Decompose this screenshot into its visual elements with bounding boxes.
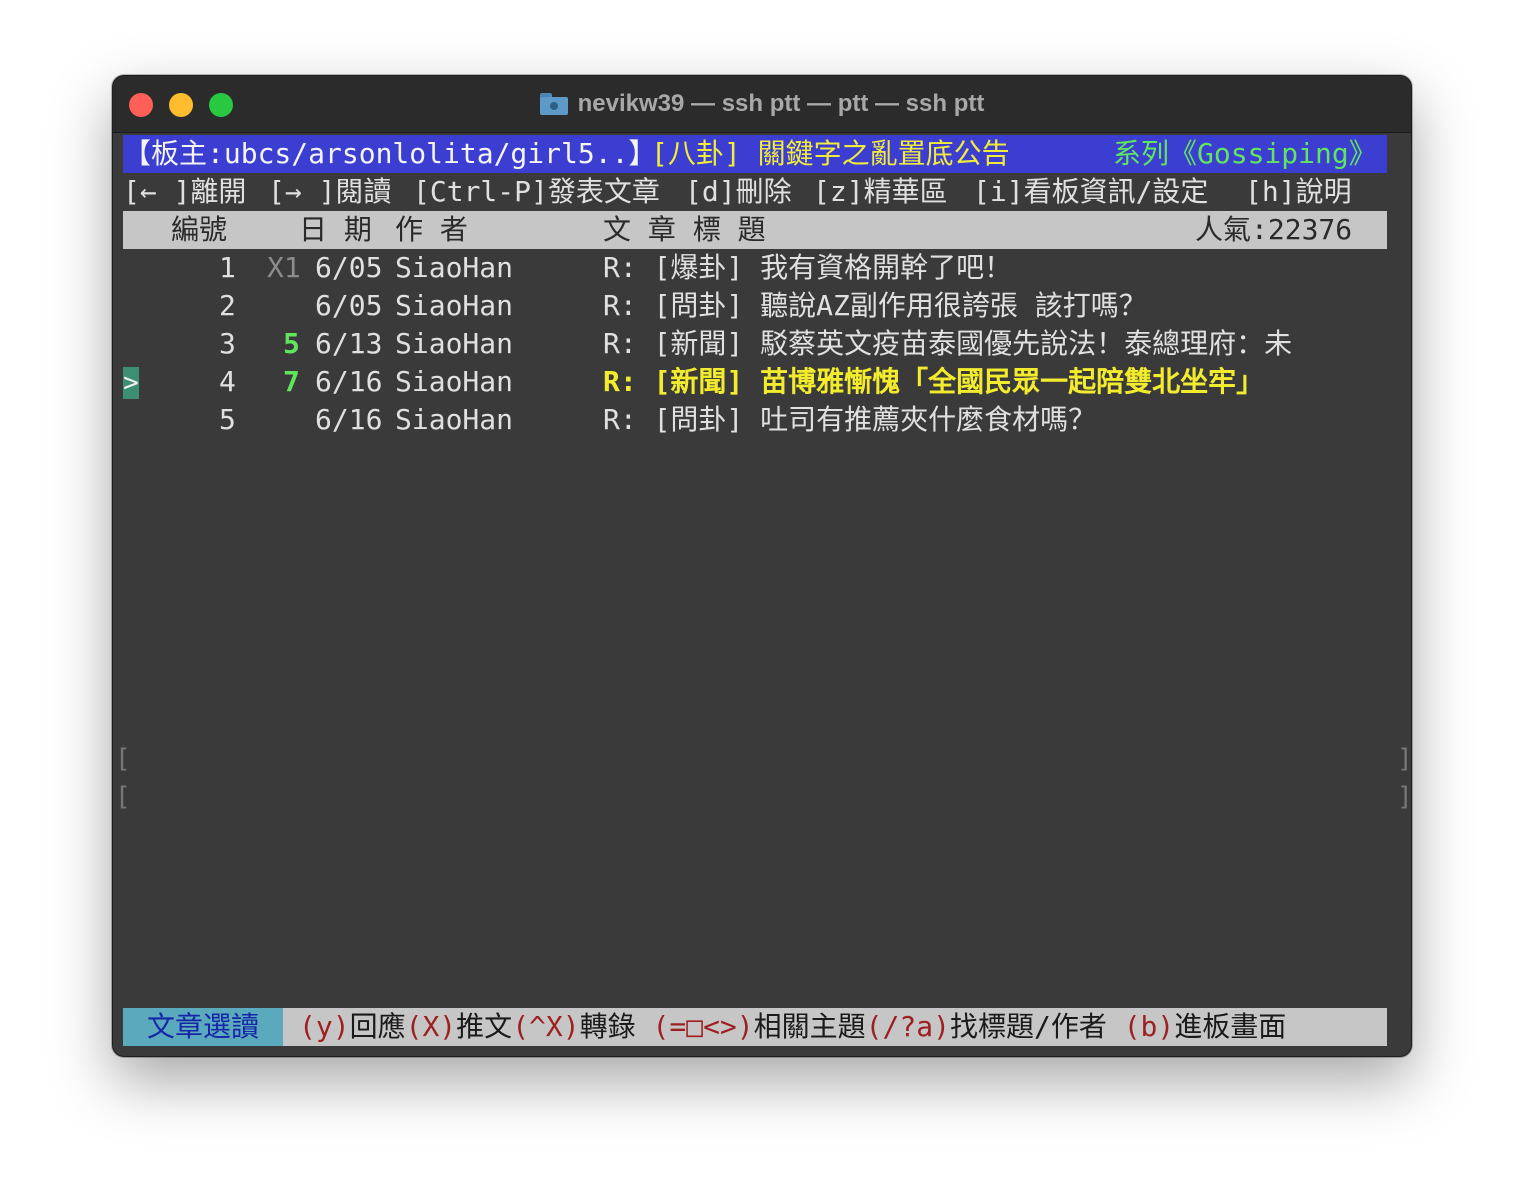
post-push-count: 5 xyxy=(283,327,300,360)
post-row[interactable]: 1 X1 6/05 SiaoHan R: [爆卦] 我有資格開幹了吧！ xyxy=(123,249,1387,287)
post-author: SiaoHan xyxy=(395,251,514,284)
col-number: 編號 xyxy=(171,213,228,246)
col-author: 作 者 xyxy=(395,213,468,246)
terminal-screen[interactable]: 【板主:ubcs/arsonlolita/girl5..】 [八卦] 關鍵字之亂… xyxy=(123,135,1387,1047)
left-bracket-marker: [ xyxy=(115,782,131,812)
post-row[interactable]: 2 6/05 SiaoHan R: [問卦] 聽說AZ副作用很誇張 該打嗎？ xyxy=(123,287,1387,325)
board-series: 系列《Gossiping》 xyxy=(1113,137,1377,170)
board-header: 【板主:ubcs/arsonlolita/girl5..】 [八卦] 關鍵字之亂… xyxy=(123,135,1387,173)
right-bracket-marker: ] xyxy=(1397,782,1412,812)
board-announcement: [八卦] 關鍵字之亂置底公告 xyxy=(651,137,1010,170)
post-author: SiaoHan xyxy=(395,403,514,436)
terminal-window: nevikw39 — ssh ptt — ptt — ssh ptt 【板主:u… xyxy=(112,75,1412,1057)
menu-help[interactable]: [h]說明 xyxy=(1245,173,1352,211)
post-number: 1 xyxy=(219,251,236,284)
status-bar: 文章選讀 (y)回應(X)推文(^X)轉錄 (=□<>)相關主題(/?a)找標題… xyxy=(123,1008,1387,1046)
col-date: 日 期 xyxy=(299,213,372,246)
menu-post[interactable]: [Ctrl-P]發表文章 xyxy=(413,173,660,211)
shortcut-search[interactable]: (/?a)找標題/作者 xyxy=(866,1010,1107,1043)
post-number: 2 xyxy=(219,289,236,322)
post-number: 5 xyxy=(219,403,236,436)
post-date: 6/16 xyxy=(315,403,383,436)
shortcut-board-screen[interactable]: (b)進板畫面 xyxy=(1124,1010,1287,1043)
key-menu: [← ]離開 [→ ]閱讀 [Ctrl-P]發表文章 [d]刪除 [z]精華區 … xyxy=(123,173,1387,211)
post-push-count: X1 xyxy=(267,251,301,284)
menu-board-info[interactable]: [i]看板資訊/設定 xyxy=(973,173,1208,211)
folder-icon xyxy=(539,93,568,115)
window-title-area: nevikw39 — ssh ptt — ptt — ssh ptt xyxy=(113,76,1411,132)
post-author: SiaoHan xyxy=(395,327,514,360)
post-number: 3 xyxy=(219,327,236,360)
shortcut-reply[interactable]: (y)回應 xyxy=(299,1010,406,1043)
post-title: R: [爆卦] 我有資格開幹了吧！ xyxy=(603,251,1013,284)
post-row[interactable]: 3 5 6/13 SiaoHan R: [新聞] 駁蔡英文疫苗泰國優先說法！泰總… xyxy=(123,325,1387,363)
post-date: 6/05 xyxy=(315,251,383,284)
post-date: 6/05 xyxy=(315,289,383,322)
post-row[interactable]: 5 6/16 SiaoHan R: [問卦] 吐司有推薦夾什麼食材嗎？ xyxy=(123,401,1387,439)
post-push-count: 7 xyxy=(283,365,300,398)
shortcut-forward[interactable]: (^X)轉錄 xyxy=(512,1010,635,1043)
post-title: R: [問卦] 吐司有推薦夾什麼食材嗎？ xyxy=(603,403,1097,436)
shortcut-related[interactable]: (=□<>)相關主題 xyxy=(653,1010,866,1043)
shortcut-push[interactable]: (X)推文 xyxy=(406,1010,513,1043)
post-date: 6/13 xyxy=(315,327,383,360)
menu-delete[interactable]: [d]刪除 xyxy=(685,173,792,211)
col-popularity: 人氣:22376 xyxy=(1195,213,1353,246)
right-bracket-marker: ] xyxy=(1397,744,1412,774)
col-title: 文 章 標 題 xyxy=(603,213,766,246)
menu-leave[interactable]: [← ]離開 xyxy=(123,173,246,211)
window-title: nevikw39 — ssh ptt — ptt — ssh ptt xyxy=(577,90,985,117)
menu-read[interactable]: [→ ]閱讀 xyxy=(268,173,391,211)
post-date: 6/16 xyxy=(315,365,383,398)
post-number: 4 xyxy=(219,365,236,398)
post-author: SiaoHan xyxy=(395,289,514,322)
status-shortcuts: (y)回應(X)推文(^X)轉錄 (=□<>)相關主題(/?a)找標題/作者 (… xyxy=(299,1008,1286,1046)
post-title: R: [新聞] 駁蔡英文疫苗泰國優先說法！泰總理府：未 xyxy=(603,327,1293,360)
post-title: R: [問卦] 聽說AZ副作用很誇張 該打嗎？ xyxy=(603,289,1147,322)
selection-cursor: > xyxy=(123,367,139,399)
left-bracket-marker: [ xyxy=(115,744,131,774)
board-moderators: 【板主:ubcs/arsonlolita/girl5..】 xyxy=(123,137,657,170)
status-mode: 文章選讀 xyxy=(123,1008,283,1046)
post-author: SiaoHan xyxy=(395,365,514,398)
post-title: R: [新聞] 苗博雅慚愧「全國民眾一起陪雙北坐牢」 xyxy=(603,365,1265,398)
column-header: 編號 日 期 作 者 文 章 標 題 人氣:22376 xyxy=(123,211,1387,249)
post-row-selected[interactable]: > 4 7 6/16 SiaoHan R: [新聞] 苗博雅慚愧「全國民眾一起陪… xyxy=(123,363,1387,401)
menu-digest[interactable]: [z]精華區 xyxy=(813,173,948,211)
title-bar: nevikw39 — ssh ptt — ptt — ssh ptt xyxy=(113,76,1411,133)
